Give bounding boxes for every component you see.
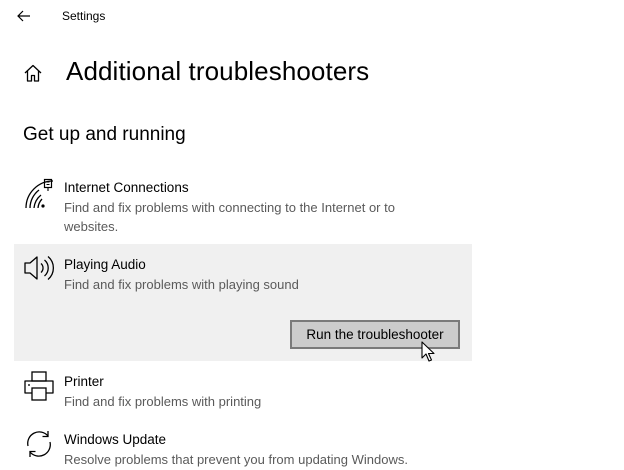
item-description: Find and fix problems with playing sound: [64, 277, 299, 292]
troubleshooter-printer[interactable]: Printer Find and fix problems with print…: [14, 366, 472, 422]
troubleshooter-internet-connections[interactable]: Internet Connections Find and fix proble…: [14, 172, 472, 240]
wifi-signal-icon: [23, 178, 55, 210]
troubleshooter-playing-audio[interactable]: Playing Audio Find and fix problems with…: [14, 244, 472, 361]
item-description: Find and fix problems with connecting to…: [64, 200, 395, 234]
speaker-icon: [23, 252, 55, 284]
back-arrow-icon[interactable]: [14, 6, 34, 26]
item-name: Printer: [64, 374, 104, 389]
app-title: Settings: [62, 9, 106, 23]
troubleshooter-windows-update[interactable]: Windows Update Resolve problems that pre…: [14, 424, 472, 470]
section-title: Get up and running: [23, 124, 186, 145]
item-name: Internet Connections: [64, 180, 189, 195]
item-name: Windows Update: [64, 432, 167, 447]
home-icon[interactable]: [22, 62, 44, 84]
refresh-icon: [23, 428, 55, 460]
printer-icon: [23, 370, 55, 402]
item-description: Resolve problems that prevent you from u…: [64, 452, 408, 467]
mouse-cursor-icon: [421, 341, 437, 363]
item-description: Find and fix problems with printing: [64, 394, 262, 409]
item-name: Playing Audio: [64, 257, 146, 272]
page-title: Additional troubleshooters: [66, 56, 370, 86]
